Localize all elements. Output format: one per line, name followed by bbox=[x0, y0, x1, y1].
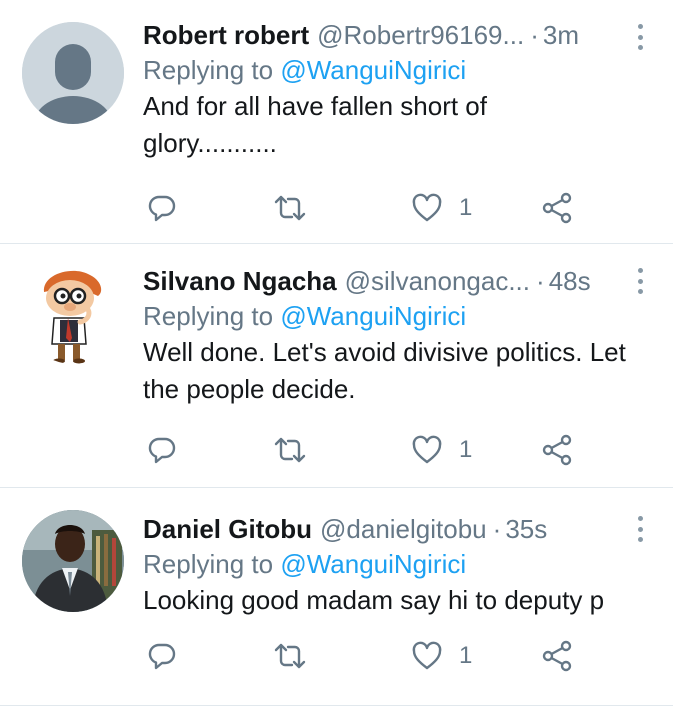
reply-button[interactable] bbox=[147, 430, 177, 470]
replying-prefix: Replying to bbox=[143, 549, 281, 579]
tweet-header: Silvano Ngacha @silvanongac... · 48s bbox=[143, 264, 613, 298]
retweet-icon bbox=[274, 643, 306, 669]
avatar[interactable] bbox=[22, 262, 124, 364]
replying-user-link[interactable]: @WanguiNgirici bbox=[280, 301, 466, 331]
default-avatar-icon bbox=[22, 22, 124, 124]
share-button[interactable] bbox=[541, 188, 573, 228]
user-name[interactable]: Silvano Ngacha bbox=[143, 264, 337, 298]
tweet-header: Robert robert @Robertr96169... · 3m bbox=[143, 18, 613, 52]
separator: · bbox=[492, 514, 502, 544]
tweet-body: Silvano Ngacha @silvanongac... · 48s Rep… bbox=[143, 264, 626, 408]
tweet-text: Well done. Let's avoid divisive politics… bbox=[143, 337, 626, 404]
share-icon bbox=[542, 192, 572, 224]
replying-to: Replying to @WanguiNgirici bbox=[143, 546, 613, 582]
timestamp[interactable]: 48s bbox=[549, 264, 591, 298]
like-button[interactable]: 1 bbox=[411, 188, 472, 228]
reply-icon bbox=[148, 643, 176, 670]
like-button[interactable]: 1 bbox=[411, 430, 472, 470]
replying-to: Replying to @WanguiNgirici bbox=[143, 298, 613, 334]
share-icon bbox=[542, 434, 572, 466]
tweet-body: Daniel Gitobu @danielgitobu · 35s Replyi… bbox=[143, 512, 613, 619]
replying-prefix: Replying to bbox=[143, 55, 281, 85]
more-options-icon[interactable] bbox=[635, 514, 645, 544]
reply-button[interactable] bbox=[147, 188, 177, 228]
user-name[interactable]: Daniel Gitobu bbox=[143, 512, 312, 546]
like-count: 1 bbox=[459, 436, 473, 463]
timestamp[interactable]: 35s bbox=[505, 512, 547, 546]
tweet-body: Robert robert @Robertr96169... · 3m Repl… bbox=[143, 18, 613, 162]
tweet-card[interactable]: Silvano Ngacha @silvanongac... · 48s Rep… bbox=[0, 244, 673, 488]
separator: · bbox=[530, 20, 539, 50]
replying-to: Replying to @WanguiNgirici bbox=[143, 52, 613, 88]
replying-user-link[interactable]: @WanguiNgirici bbox=[280, 55, 466, 85]
photo-avatar bbox=[22, 510, 124, 612]
like-count: 1 bbox=[459, 194, 473, 221]
like-count: 1 bbox=[459, 642, 473, 669]
tweet-card[interactable]: Daniel Gitobu @danielgitobu · 35s Replyi… bbox=[0, 488, 673, 706]
user-name[interactable]: Robert robert bbox=[143, 18, 309, 52]
tweet-card[interactable]: Robert robert @Robertr96169... · 3m Repl… bbox=[0, 0, 673, 244]
tweet-actions: 1 bbox=[143, 430, 633, 470]
heart-icon bbox=[412, 193, 442, 222]
retweet-button[interactable] bbox=[273, 188, 307, 228]
tweet-actions: 1 bbox=[143, 636, 633, 676]
user-handle[interactable]: @Robertr96169... bbox=[317, 18, 524, 52]
tweet-header: Daniel Gitobu @danielgitobu · 35s bbox=[143, 512, 613, 546]
tweet-text: And for all have fallen short of glory..… bbox=[143, 91, 487, 158]
retweet-button[interactable] bbox=[273, 430, 307, 470]
tweet-text: Looking good madam say hi to deputy p bbox=[143, 585, 605, 615]
separator: · bbox=[536, 266, 545, 296]
replying-prefix: Replying to bbox=[143, 301, 281, 331]
avatar[interactable] bbox=[22, 22, 124, 124]
share-button[interactable] bbox=[541, 636, 573, 676]
user-handle[interactable]: @silvanongac... bbox=[345, 264, 530, 298]
tweet-actions: 1 bbox=[143, 188, 633, 228]
retweet-icon bbox=[274, 195, 306, 221]
retweet-icon bbox=[274, 437, 306, 463]
heart-icon bbox=[412, 435, 442, 464]
more-options-icon[interactable] bbox=[635, 22, 645, 52]
share-button[interactable] bbox=[541, 430, 573, 470]
replying-user-link[interactable]: @WanguiNgirici bbox=[280, 549, 466, 579]
cartoon-avatar bbox=[22, 262, 124, 364]
reply-icon bbox=[148, 195, 176, 222]
retweet-button[interactable] bbox=[273, 636, 307, 676]
reply-icon bbox=[148, 437, 176, 464]
share-icon bbox=[542, 640, 572, 672]
user-handle[interactable]: @danielgitobu bbox=[320, 512, 487, 546]
more-options-icon[interactable] bbox=[635, 266, 645, 296]
avatar[interactable] bbox=[22, 510, 124, 612]
heart-icon bbox=[412, 641, 442, 670]
like-button[interactable]: 1 bbox=[411, 636, 472, 676]
reply-button[interactable] bbox=[147, 636, 177, 676]
timestamp[interactable]: 3m bbox=[543, 18, 579, 52]
